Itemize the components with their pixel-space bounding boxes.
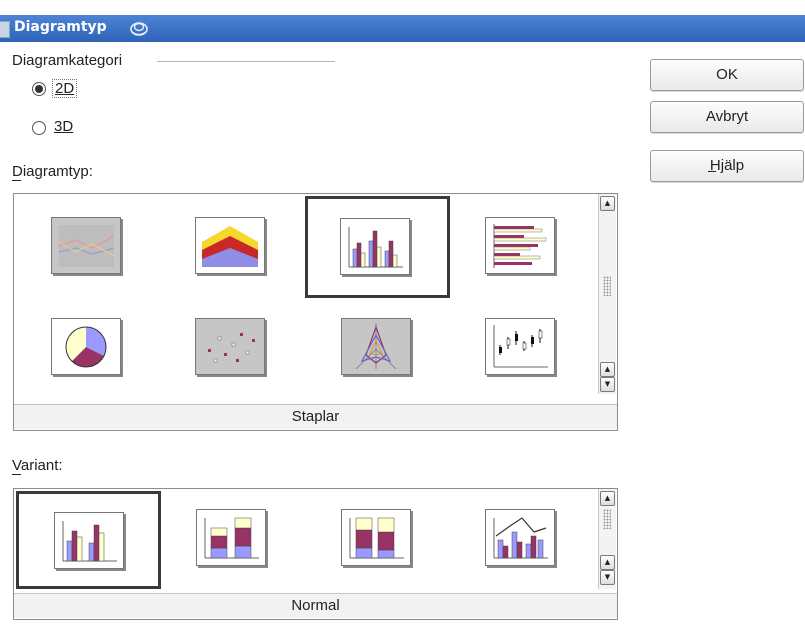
dialog-title: Diagramtyp: [14, 19, 107, 35]
bars-and-lines-icon: [485, 509, 555, 566]
scroll-down-arrow-icon[interactable]: ▼: [600, 377, 615, 392]
radio-3d[interactable]: [32, 121, 46, 135]
variant-panel: ▲ ▲ ▼ Normal: [13, 488, 618, 620]
chart-type-scrollbar[interactable]: ▲ ▲ ▼: [598, 194, 616, 394]
ok-button[interactable]: OK: [650, 59, 804, 91]
chart-type-name: Staplar: [14, 404, 617, 429]
help-mnemonic: [708, 171, 716, 172]
radio-2d[interactable]: [32, 82, 46, 96]
app-icon: [0, 21, 10, 38]
title-bar[interactable]: Diagramtyp: [0, 15, 805, 42]
xy-scatter-chart-icon: [195, 318, 265, 375]
horizontal-bars-chart-icon: [485, 217, 555, 274]
help-button-label: Hjälp: [709, 157, 745, 174]
variant-mnemonic: [12, 474, 21, 475]
scroll-up-arrow-icon-2[interactable]: ▲: [600, 362, 615, 377]
variant-scroll-down-arrow-icon[interactable]: ▼: [600, 570, 615, 585]
variant-scroll-up-arrow-icon-2[interactable]: ▲: [600, 555, 615, 570]
help-button[interactable]: Hjälp: [650, 150, 804, 182]
bars-chart-icon: [340, 218, 410, 275]
chart-type-item-xy[interactable]: [160, 300, 301, 392]
cancel-button[interactable]: Avbryt: [650, 101, 804, 133]
variant-scrollbar[interactable]: ▲ ▲ ▼: [598, 489, 616, 589]
variant-item-stacked[interactable]: [162, 491, 303, 589]
variant-item-normal[interactable]: [16, 491, 161, 589]
percent-stacked-bars-icon: [341, 509, 411, 566]
variant-scroll-grip[interactable]: [603, 509, 611, 529]
scroll-grip[interactable]: [603, 276, 611, 296]
category-group-label: Diagramkategori: [12, 52, 123, 69]
chart-type-item-stock[interactable]: [452, 300, 593, 392]
variant-name: Normal: [14, 593, 617, 618]
chart-type-item-areas[interactable]: [160, 196, 301, 298]
stacked-bars-icon: [196, 509, 266, 566]
stock-chart-icon: [485, 318, 555, 375]
radio-3d-label[interactable]: 3D: [54, 118, 73, 135]
radio-2d-label[interactable]: 2D: [52, 79, 78, 98]
chart-type-label: Diagramtyp:: [12, 163, 93, 180]
category-separator: [157, 61, 335, 62]
normal-bars-icon: [54, 512, 124, 569]
net-chart-icon: [341, 318, 411, 375]
chart-type-panel: ▲ ▲ ▼ Staplar: [13, 193, 618, 431]
radio-2d-label-text: 2D: [55, 80, 75, 97]
areas-chart-icon: [195, 217, 265, 274]
chart-type-item-lines[interactable]: [16, 196, 157, 298]
chart-type-item-bars[interactable]: [305, 196, 450, 298]
variant-item-bars-and-lines[interactable]: [452, 491, 593, 589]
scroll-up-arrow-icon[interactable]: ▲: [600, 196, 615, 211]
radio-3d-label-text: 3D: [54, 118, 74, 135]
rollup-icon[interactable]: [128, 18, 150, 38]
lines-chart-icon: [51, 217, 121, 274]
variant-item-percent[interactable]: [307, 491, 448, 589]
variant-label: Variant:: [12, 457, 63, 474]
variant-scroll-up-arrow-icon[interactable]: ▲: [600, 491, 615, 506]
pie-chart-icon: [51, 318, 121, 375]
chart-type-item-net[interactable]: [305, 300, 450, 392]
chart-type-item-pie[interactable]: [16, 300, 157, 392]
chart-type-item-columns[interactable]: [452, 196, 593, 298]
chart-type-mnemonic: [12, 180, 21, 181]
